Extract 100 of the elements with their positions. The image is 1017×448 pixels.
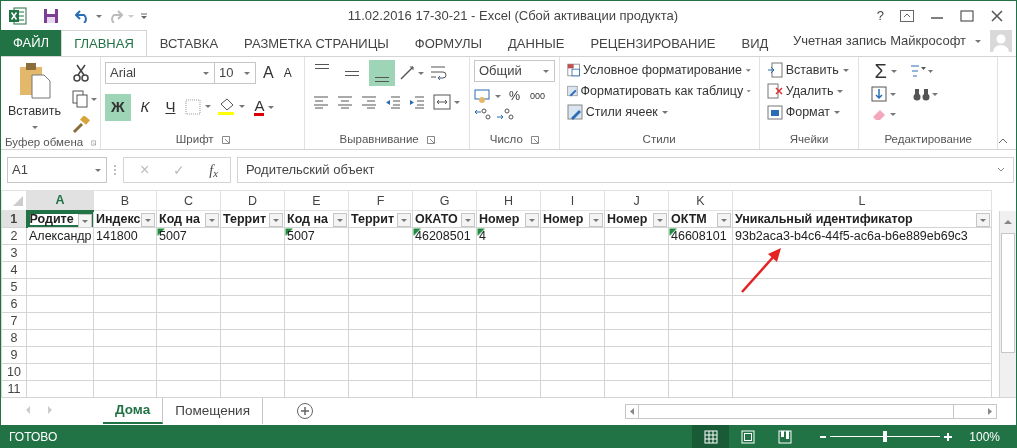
autosum-button[interactable]: Σ (871, 60, 901, 82)
horizontal-scrollbar[interactable] (625, 404, 997, 419)
column-header[interactable]: I (540, 190, 605, 211)
vertical-scrollbar[interactable] (999, 211, 1016, 397)
ribbon-tab[interactable]: РАЗМЕТКА СТРАНИЦЫ (231, 30, 402, 56)
filter-button[interactable] (461, 213, 475, 227)
align-button[interactable] (369, 60, 396, 86)
cells-menu-button[interactable]: Удалить (763, 80, 855, 102)
ribbon-tab[interactable]: ВСТАВКА (146, 30, 232, 56)
maximize-icon[interactable] (960, 9, 974, 22)
collapse-ribbon-icon[interactable] (998, 137, 1008, 145)
shrink-font-button[interactable]: A (280, 63, 295, 83)
ribbon-tab[interactable]: ДАННЫЕ (495, 30, 578, 56)
font-size-field[interactable]: 10 (214, 62, 256, 84)
wrap-text-icon[interactable] (429, 64, 450, 82)
ribbon-tab[interactable]: ФОРМУЛЫ (401, 30, 495, 56)
help-button[interactable]: ? (876, 5, 884, 26)
binoculars-icon[interactable] (913, 86, 940, 102)
row-header[interactable]: 8 (1, 329, 27, 347)
style-menu-button[interactable]: Стили ячеек (563, 101, 755, 123)
formula-field[interactable]: Родительский объект (237, 157, 1014, 183)
column-header[interactable]: L (732, 190, 992, 211)
filter-button[interactable] (333, 213, 347, 227)
filter-button[interactable] (78, 213, 92, 227)
cells-menu-button[interactable]: Формат (763, 101, 855, 123)
filter-button[interactable] (589, 213, 603, 227)
row-header[interactable]: 2 (1, 227, 27, 245)
currency-icon[interactable] (473, 88, 502, 105)
account-link[interactable]: Учетная запись Майкрософт (792, 31, 966, 51)
dialog-launcher-icon[interactable] (530, 136, 539, 144)
align-center-icon[interactable] (337, 95, 354, 109)
filter-button[interactable] (141, 213, 155, 227)
excel-logo-icon[interactable] (9, 6, 27, 25)
save-icon[interactable] (43, 7, 59, 24)
row-header[interactable]: 4 (1, 261, 27, 279)
customize-icon[interactable] (139, 10, 149, 21)
sort-filter-icon[interactable] (908, 63, 933, 79)
zoom-level[interactable]: 100% (953, 427, 1016, 446)
filter-button[interactable] (717, 213, 731, 227)
dialog-launcher-icon[interactable] (426, 136, 435, 144)
column-header[interactable]: A (26, 190, 94, 211)
number-format-field[interactable]: Общий (473, 60, 555, 82)
file-tab[interactable]: ФАЙЛ (1, 30, 62, 56)
copy-icon[interactable] (72, 90, 98, 108)
filter-button[interactable] (653, 213, 667, 227)
close-icon[interactable] (990, 9, 1004, 22)
align-left-icon[interactable] (313, 95, 330, 109)
column-header[interactable]: C (156, 190, 221, 211)
column-header[interactable]: G (412, 190, 477, 211)
ribbon-tab[interactable]: РЕЦЕНЗИРОВАНИЕ (577, 30, 729, 56)
increase-indent-icon[interactable] (409, 95, 426, 109)
row-header[interactable]: 10 (1, 363, 27, 381)
filter-button[interactable] (397, 213, 411, 227)
font-style-button[interactable]: К (134, 94, 156, 121)
row-header[interactable]: 6 (1, 295, 27, 313)
increase-decimal-icon[interactable] (473, 106, 492, 121)
font-name-field[interactable]: Arial (105, 62, 215, 84)
row-header[interactable]: 9 (1, 346, 27, 364)
ribbon-tab[interactable]: ВИД (728, 30, 782, 56)
merge-cells-icon[interactable] (433, 94, 462, 110)
row-header[interactable]: 3 (1, 244, 27, 262)
insert-function-button[interactable]: f$_{x}$ (209, 159, 218, 181)
style-menu-button[interactable]: Форматировать как таблицу (563, 80, 755, 102)
font-style-button[interactable]: Ч (159, 94, 182, 121)
font-style-button[interactable]: Ж (105, 94, 131, 121)
scroll-thumb[interactable] (638, 405, 954, 418)
dialog-launcher-icon[interactable] (91, 138, 96, 147)
row-header[interactable]: 7 (1, 312, 27, 330)
ribbon-tab[interactable]: ГЛАВНАЯ (61, 30, 147, 56)
grow-font-button[interactable]: A (260, 60, 277, 86)
column-header[interactable]: E (284, 190, 349, 211)
column-header[interactable]: K (668, 190, 733, 211)
fill-down-icon[interactable] (871, 86, 898, 102)
row-header[interactable]: 5 (1, 278, 27, 296)
filter-button[interactable] (269, 213, 283, 227)
row-header[interactable]: 11 (1, 380, 27, 397)
font-color-button[interactable]: А (251, 97, 279, 118)
orientation-icon[interactable] (399, 65, 426, 81)
filter-button[interactable] (976, 213, 990, 227)
sheet-tab[interactable]: Помещения (163, 398, 263, 424)
zoom-in-icon[interactable] (943, 431, 954, 442)
cells-menu-button[interactable]: Вставить (763, 60, 855, 81)
column-header[interactable]: B (93, 190, 157, 211)
percent-button[interactable]: % (505, 86, 524, 107)
sheet-tab[interactable]: Дома (103, 398, 164, 424)
ribbon-display-icon[interactable] (900, 9, 914, 22)
column-header[interactable]: J (604, 190, 669, 211)
decrease-decimal-icon[interactable] (495, 106, 514, 121)
decrease-indent-icon[interactable] (385, 95, 402, 109)
column-header[interactable]: H (476, 190, 541, 211)
thousands-button[interactable]: 000 (527, 88, 549, 105)
cut-icon[interactable] (72, 64, 90, 82)
align-right-icon[interactable] (361, 95, 378, 109)
dialog-launcher-icon[interactable] (221, 136, 230, 144)
filter-button[interactable] (525, 213, 539, 227)
filter-button[interactable] (205, 213, 219, 227)
caret-icon[interactable] (95, 12, 103, 19)
add-sheet-icon[interactable] (295, 402, 314, 420)
column-header[interactable]: F (348, 190, 413, 211)
scroll-thumb[interactable] (1001, 232, 1015, 353)
